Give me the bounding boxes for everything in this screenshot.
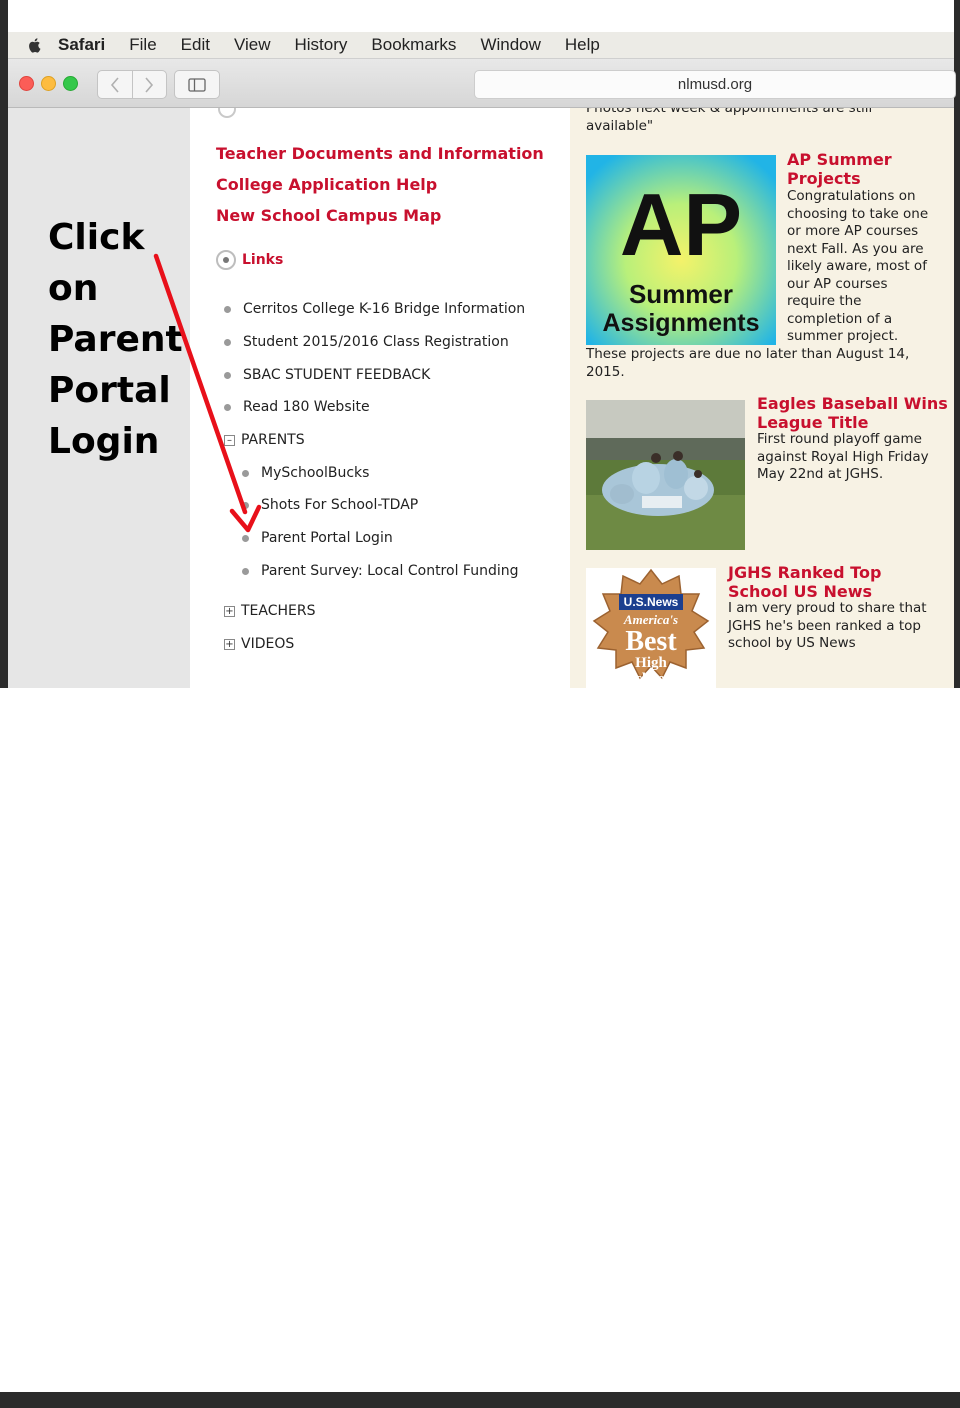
ap-image-big-text: AP — [620, 175, 742, 274]
badge-schools-text: Schools — [627, 671, 676, 687]
annotation-line: Click — [48, 217, 145, 258]
link-label: Shots For School-TDAP — [261, 497, 419, 513]
link-label: SBAC STUDENT FEEDBACK — [243, 367, 431, 383]
zoom-window-button[interactable] — [63, 76, 78, 91]
plus-icon: + — [224, 605, 235, 617]
back-button[interactable] — [98, 71, 132, 98]
sidebar-toggle-button[interactable] — [174, 70, 220, 99]
bullet-icon — [242, 469, 249, 477]
menu-app-name[interactable]: Safari — [58, 35, 105, 55]
address-bar[interactable]: nlmusd.org — [474, 70, 956, 99]
news-body-eagles-baseball: First round playoff game against Royal H… — [757, 431, 929, 482]
link-cerritos-college[interactable]: Cerritos College K-16 Bridge Information — [224, 301, 525, 317]
chevron-right-icon — [145, 76, 154, 93]
link-parent-survey[interactable]: Parent Survey: Local Control Funding — [242, 563, 518, 579]
slide-frame-bottom — [0, 688, 960, 1408]
videos-section-toggle[interactable]: + VIDEOS — [224, 636, 294, 652]
bullet-icon — [224, 338, 231, 346]
annotation-line: Parent — [48, 319, 183, 360]
close-window-button[interactable] — [19, 76, 34, 91]
links-section-header[interactable]: Links — [216, 250, 283, 270]
videos-label: VIDEOS — [241, 636, 295, 652]
collapse-circle-icon — [218, 108, 236, 118]
link-myschoolbucks[interactable]: MySchoolBucks — [242, 465, 369, 481]
menu-help[interactable]: Help — [565, 35, 600, 55]
badge-high-text: High — [635, 655, 667, 671]
bullet-icon — [242, 567, 249, 575]
partial-top-text: Photos next week & appointments are stil… — [586, 108, 873, 134]
menu-history[interactable]: History — [295, 35, 348, 55]
annotation-line: Login — [48, 421, 160, 462]
menu-file[interactable]: File — [129, 35, 156, 55]
baseball-team-photo[interactable] — [586, 400, 745, 550]
forward-button[interactable] — [131, 71, 167, 98]
annotation-line: on — [48, 268, 99, 309]
links-header-label: Links — [242, 252, 284, 268]
plus-icon: + — [224, 638, 235, 650]
ap-image-sub1-text: Summer — [629, 279, 733, 309]
browser-toolbar: nlmusd.org — [8, 59, 956, 108]
nav-buttons — [97, 70, 167, 99]
ap-image-sub2-text: Assignments — [603, 309, 760, 337]
instruction-annotation: Click on Parent Portal Login — [48, 212, 183, 467]
ap-summer-assignments-image[interactable]: AP Summer Assignments — [586, 155, 776, 345]
us-news-best-high-schools-badge[interactable]: U.S.News America's Best High Schools — [586, 568, 716, 688]
mac-menubar: Safari File Edit View History Bookmarks … — [8, 32, 954, 59]
slide-frame-top — [8, 0, 960, 32]
link-label: Cerritos College K-16 Bridge Information — [243, 301, 526, 317]
bullet-icon — [242, 534, 249, 542]
url-text: nlmusd.org — [677, 76, 753, 93]
news-title-eagles-baseball[interactable]: Eagles Baseball Wins League Title — [757, 394, 948, 432]
annotation-line: Portal — [48, 370, 171, 411]
menu-bookmarks[interactable]: Bookmarks — [371, 35, 456, 55]
minimize-window-button[interactable] — [41, 76, 56, 91]
news-column: Photos next week & appointments are stil… — [570, 108, 954, 688]
parents-section-toggle[interactable]: – PARENTS — [224, 432, 305, 448]
teachers-label: TEACHERS — [241, 603, 316, 619]
bullet-icon — [242, 501, 249, 509]
link-label: Read 180 Website — [243, 399, 370, 415]
minus-icon: – — [224, 434, 235, 446]
link-label: MySchoolBucks — [261, 465, 370, 481]
collapse-circle-icon — [216, 250, 236, 270]
slide-frame-right — [954, 32, 960, 688]
link-label: Student 2015/2016 Class Registration — [243, 334, 509, 350]
teachers-section-toggle[interactable]: + TEACHERS — [224, 603, 316, 619]
slide-frame-left — [0, 0, 8, 720]
chevron-left-icon — [110, 76, 119, 93]
link-label: Parent Survey: Local Control Funding — [261, 563, 519, 579]
parents-label: PARENTS — [241, 432, 305, 448]
sidebar-icon — [188, 77, 206, 92]
bullet-icon — [224, 403, 231, 411]
news-title-ap-summer[interactable]: AP Summer Projects — [787, 150, 892, 188]
apple-icon[interactable] — [26, 36, 44, 54]
badge-americas-text: America's — [623, 612, 678, 627]
menu-window[interactable]: Window — [480, 35, 540, 55]
links-column: Teacher Documents and Information Colleg… — [190, 108, 570, 688]
link-new-school-campus-map[interactable]: New School Campus Map — [216, 206, 441, 225]
link-sbac-feedback[interactable]: SBAC STUDENT FEEDBACK — [224, 367, 430, 383]
news-title-jghs-ranked[interactable]: JGHS Ranked Top School US News — [728, 563, 881, 601]
badge-best-text: Best — [625, 626, 677, 657]
link-read-180[interactable]: Read 180 Website — [224, 399, 370, 415]
link-label: Parent Portal Login — [261, 530, 393, 546]
bullet-icon — [224, 305, 231, 313]
link-parent-portal-login[interactable]: Parent Portal Login — [242, 530, 393, 546]
news-body-ap-summer: Congratulations on choosing to take one … — [787, 188, 929, 344]
badge-usnews-text: U.S.News — [624, 595, 679, 609]
link-class-registration[interactable]: Student 2015/2016 Class Registration — [224, 334, 509, 350]
bullet-icon — [224, 371, 231, 379]
menu-view[interactable]: View — [234, 35, 271, 55]
link-college-application-help[interactable]: College Application Help — [216, 175, 437, 194]
link-teacher-documents[interactable]: Teacher Documents and Information — [216, 144, 544, 163]
news-body-jghs-ranked: I am very proud to share that JGHS he's … — [728, 600, 927, 651]
link-shots-for-school[interactable]: Shots For School-TDAP — [242, 497, 418, 513]
menu-edit[interactable]: Edit — [181, 35, 210, 55]
news-footer-ap-summer: These projects are due no later than Aug… — [586, 346, 910, 380]
